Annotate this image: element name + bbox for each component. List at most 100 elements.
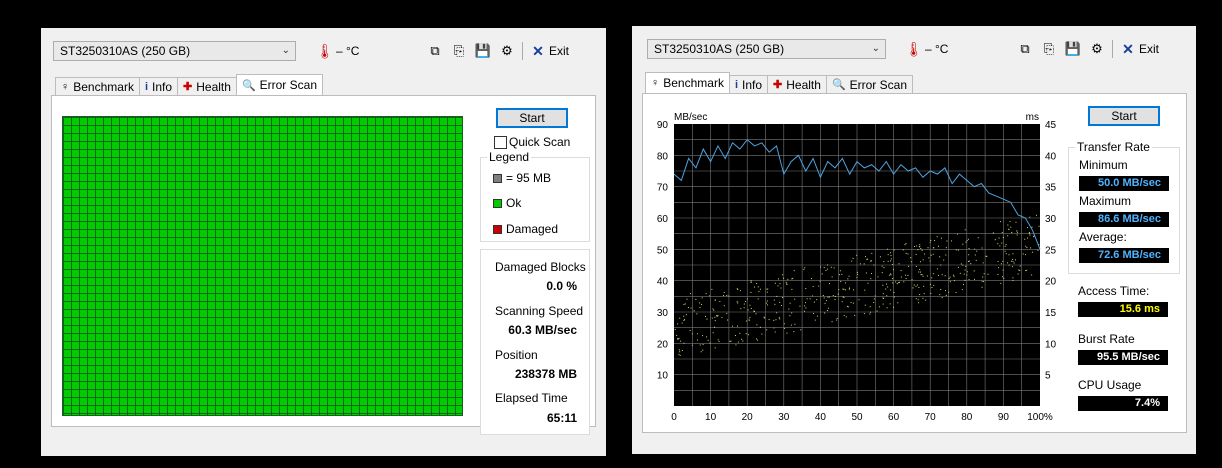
exit-button[interactable]: Exit: [549, 44, 569, 58]
access-time-point: [858, 299, 860, 301]
access-time-point: [755, 338, 757, 340]
tab-label: Health: [196, 79, 231, 94]
access-time-point: [913, 284, 915, 286]
legend-block-size-text: = 95 MB: [506, 171, 552, 185]
access-time-point: [886, 307, 888, 309]
legend-damaged: Damaged: [493, 222, 558, 236]
access-time-point: [774, 282, 776, 284]
access-time-point: [1015, 221, 1017, 223]
access-time-point: [723, 305, 725, 307]
access-time-point: [999, 245, 1001, 247]
tab-health[interactable]: ✚ Health: [177, 77, 237, 95]
x-tick-label: 20: [742, 412, 754, 423]
access-time-point: [890, 289, 892, 291]
options-icon[interactable]: ⚙: [1088, 40, 1106, 58]
minimum-label: Minimum: [1079, 158, 1128, 172]
drive-select[interactable]: ST3250310AS (250 GB) ⌄: [53, 41, 296, 61]
access-time-point: [976, 250, 978, 252]
close-icon[interactable]: ✕: [1119, 40, 1137, 58]
access-time-point: [874, 295, 876, 297]
exit-button[interactable]: Exit: [1139, 42, 1159, 56]
access-time-point: [813, 301, 815, 303]
access-time-point: [841, 273, 843, 275]
start-button[interactable]: Start: [1088, 106, 1160, 126]
access-time-point: [741, 338, 743, 340]
access-time-point: [714, 299, 716, 301]
access-time-point: [734, 335, 736, 337]
access-time-point: [757, 339, 759, 341]
access-time-point: [683, 303, 685, 305]
health-cross-icon: ✚: [183, 81, 193, 93]
tab-error-scan[interactable]: 🔍 Error Scan: [825, 75, 913, 93]
access-time-point: [900, 276, 902, 278]
access-time-point: [1009, 221, 1011, 223]
copy-screenshot-icon[interactable]: ⎘: [450, 42, 468, 60]
y-left-tick-label: 90: [657, 120, 669, 131]
access-time-point: [1026, 227, 1028, 229]
copy-icon[interactable]: ⧉: [426, 42, 444, 60]
access-time-point: [890, 260, 892, 262]
close-icon[interactable]: ✕: [529, 42, 547, 60]
tab-benchmark[interactable]: ♀ Benchmark: [645, 72, 730, 93]
benchmark-chart: MB/sec ms 0 10 20 30 40 50 60 70 80 90 100% 10 20 30…: [657, 112, 1057, 423]
access-time-point: [787, 278, 789, 280]
access-time-point: [748, 320, 750, 322]
access-time-point: [1001, 232, 1003, 234]
tab-info[interactable]: i Info: [138, 77, 179, 95]
access-time-point: [761, 333, 763, 335]
access-time-point: [1002, 269, 1004, 271]
access-time-point: [890, 258, 892, 260]
legend-ok-text: Ok: [506, 196, 522, 210]
error-scan-panel: Start Quick Scan Legend = 95 MB Ok Damag…: [51, 95, 596, 435]
tab-info[interactable]: i Info: [728, 75, 769, 93]
access-time-point: [806, 298, 808, 300]
tab-error-scan[interactable]: 🔍 Error Scan: [235, 74, 323, 95]
access-time-point: [728, 295, 730, 297]
access-time-label: Access Time:: [1078, 284, 1150, 298]
access-time-point: [726, 294, 728, 296]
access-time-point: [773, 319, 775, 321]
access-time-point: [887, 286, 889, 288]
save-icon[interactable]: 💾: [1064, 40, 1082, 58]
access-time-point: [1010, 226, 1012, 228]
gray-swatch-icon: [493, 173, 502, 183]
access-time-point: [905, 274, 907, 276]
copy-icon[interactable]: ⧉: [1016, 40, 1034, 58]
access-time-point: [742, 340, 744, 342]
access-time-point: [1019, 270, 1021, 272]
access-time-point: [707, 339, 709, 341]
access-time-point: [827, 307, 829, 309]
access-time-point: [723, 291, 725, 293]
access-time-point: [889, 303, 891, 305]
access-time-point: [898, 282, 900, 284]
access-time-point: [739, 332, 741, 334]
access-time-point: [904, 244, 906, 246]
save-icon[interactable]: 💾: [474, 42, 492, 60]
x-axis-ticks: 0 10 20 30 40 50 60 70 80 90 100%: [671, 412, 1053, 423]
quick-scan-checkbox[interactable]: [494, 136, 507, 149]
info-icon: i: [144, 80, 149, 93]
access-time-point: [864, 304, 866, 306]
access-time-point: [957, 266, 959, 268]
start-button[interactable]: Start: [496, 108, 568, 128]
access-time-point: [1014, 259, 1016, 261]
access-time-point: [1031, 251, 1033, 253]
access-time-point: [743, 307, 745, 309]
access-time-point: [1004, 245, 1006, 247]
access-time-point: [881, 265, 883, 267]
access-time-point: [836, 319, 838, 321]
access-time-point: [1025, 245, 1027, 247]
tab-benchmark[interactable]: ♀ Benchmark: [55, 77, 140, 95]
options-icon[interactable]: ⚙: [498, 42, 516, 60]
access-time-point: [827, 296, 829, 298]
tab-health[interactable]: ✚ Health: [767, 75, 827, 93]
chart-grid: [674, 124, 1040, 406]
position-value: 238378 MB: [514, 367, 577, 381]
copy-screenshot-icon[interactable]: ⎘: [1040, 40, 1058, 58]
access-time-point: [1017, 273, 1019, 275]
access-time-point: [998, 267, 1000, 269]
access-time-point: [705, 293, 707, 295]
drive-select[interactable]: ST3250310AS (250 GB) ⌄: [647, 39, 886, 59]
access-time-point: [695, 298, 697, 300]
access-time-point: [749, 304, 751, 306]
